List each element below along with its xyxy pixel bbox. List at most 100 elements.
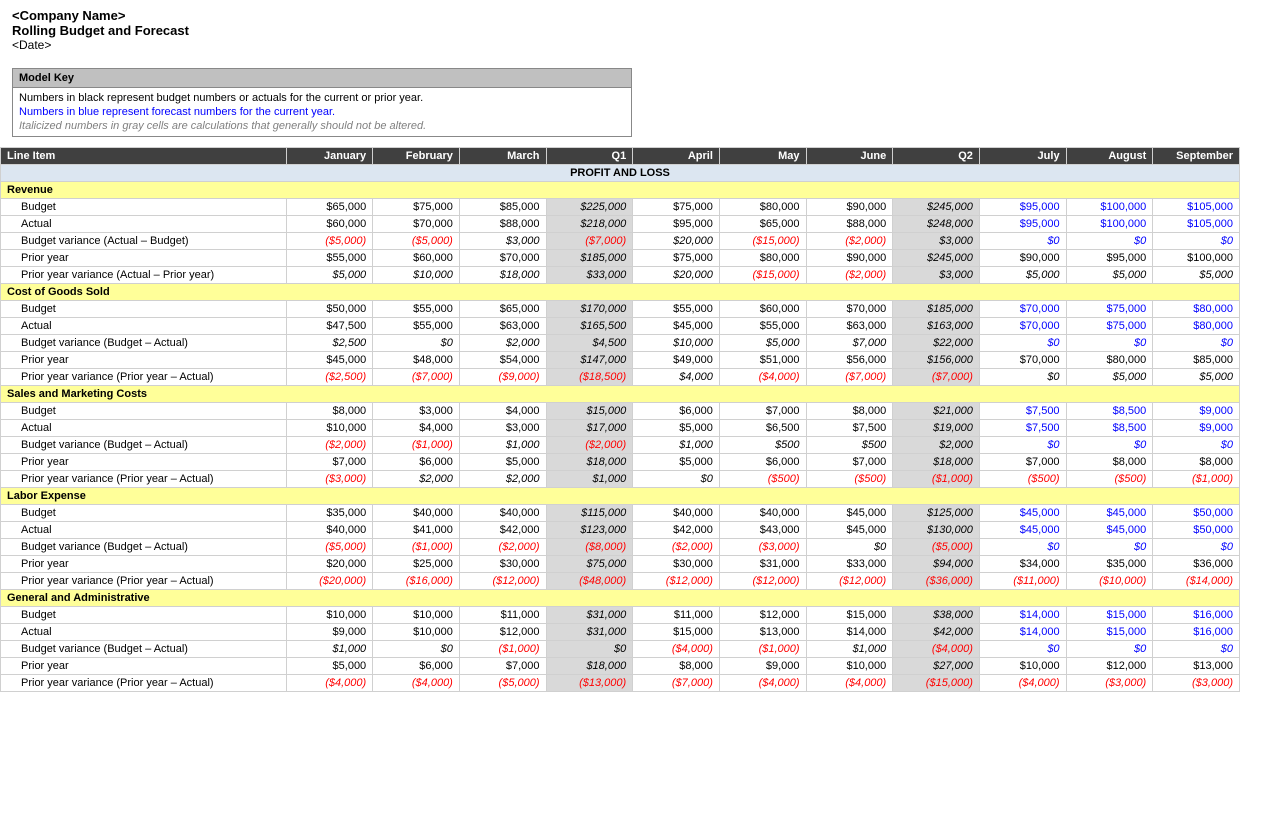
model-key: Model Key Numbers in black represent bud… (12, 68, 632, 137)
table-row: Prior year variance (Actual – Prior year… (1, 267, 1240, 284)
table-row: Budget$35,000$40,000$40,000$115,000$40,0… (1, 505, 1240, 522)
data-cell: $45,000 (806, 522, 893, 539)
data-cell: $100,000 (1066, 199, 1153, 216)
data-cell: ($7,000) (806, 369, 893, 386)
data-cell: ($5,000) (373, 233, 460, 250)
col-header-may: May (719, 148, 806, 165)
data-cell: $500 (806, 437, 893, 454)
data-cell: $43,000 (719, 522, 806, 539)
data-cell: $1,000 (286, 641, 373, 658)
data-cell: $95,000 (1066, 250, 1153, 267)
data-cell: $3,000 (893, 233, 980, 250)
data-cell: $0 (1153, 539, 1240, 556)
data-cell: $36,000 (1153, 556, 1240, 573)
data-cell: $5,000 (1153, 267, 1240, 284)
data-cell: $40,000 (719, 505, 806, 522)
data-cell: $0 (979, 539, 1066, 556)
data-cell: $70,000 (979, 352, 1066, 369)
data-cell: $0 (806, 539, 893, 556)
data-cell: $45,000 (806, 505, 893, 522)
pl-header: PROFIT AND LOSS (1, 165, 1240, 182)
data-cell: ($500) (1066, 471, 1153, 488)
data-cell: $1,000 (546, 471, 633, 488)
row-label: Prior year (1, 658, 287, 675)
data-cell: $3,000 (893, 267, 980, 284)
data-cell: $6,000 (719, 454, 806, 471)
data-cell: $70,000 (806, 301, 893, 318)
data-cell: $31,000 (546, 607, 633, 624)
data-cell: $7,000 (806, 454, 893, 471)
data-cell: $0 (1066, 233, 1153, 250)
data-cell: $0 (979, 335, 1066, 352)
data-cell: $50,000 (1153, 522, 1240, 539)
data-cell: $75,000 (633, 199, 720, 216)
data-cell: ($5,000) (459, 675, 546, 692)
data-cell: ($7,000) (633, 675, 720, 692)
data-cell: $10,000 (633, 335, 720, 352)
data-cell: $90,000 (806, 199, 893, 216)
data-cell: $35,000 (286, 505, 373, 522)
data-cell: $48,000 (373, 352, 460, 369)
data-cell: $8,000 (286, 403, 373, 420)
data-cell: $7,500 (806, 420, 893, 437)
data-cell: $20,000 (633, 267, 720, 284)
data-cell: $7,000 (459, 658, 546, 675)
col-header-mar: March (459, 148, 546, 165)
table-row: Budget$65,000$75,000$85,000$225,000$75,0… (1, 199, 1240, 216)
table-row: Budget variance (Budget – Actual)($2,000… (1, 437, 1240, 454)
data-cell: $42,000 (459, 522, 546, 539)
data-cell: $5,000 (719, 335, 806, 352)
table-row: Budget$50,000$55,000$65,000$170,000$55,0… (1, 301, 1240, 318)
data-cell: $156,000 (893, 352, 980, 369)
col-header-jan: January (286, 148, 373, 165)
row-label: Budget variance (Actual – Budget) (1, 233, 287, 250)
table-row: Prior year variance (Prior year – Actual… (1, 471, 1240, 488)
data-cell: $4,000 (373, 420, 460, 437)
data-cell: $15,000 (1066, 624, 1153, 641)
data-cell: $6,000 (373, 658, 460, 675)
table-row: Prior year$55,000$60,000$70,000$185,000$… (1, 250, 1240, 267)
data-cell: $30,000 (459, 556, 546, 573)
data-cell: ($1,000) (459, 641, 546, 658)
data-cell: $15,000 (1066, 607, 1153, 624)
table-row: Actual$60,000$70,000$88,000$218,000$95,0… (1, 216, 1240, 233)
data-cell: ($15,000) (719, 267, 806, 284)
data-cell: ($1,000) (373, 539, 460, 556)
data-cell: $51,000 (719, 352, 806, 369)
col-header-feb: February (373, 148, 460, 165)
data-cell: ($4,000) (373, 675, 460, 692)
data-cell: $500 (719, 437, 806, 454)
data-cell: ($36,000) (893, 573, 980, 590)
data-cell: $5,000 (1066, 369, 1153, 386)
data-cell: $7,500 (979, 420, 1066, 437)
data-cell: $40,000 (286, 522, 373, 539)
data-cell: $5,000 (286, 658, 373, 675)
data-cell: $31,000 (719, 556, 806, 573)
table-row: Budget variance (Actual – Budget) ($5,000… (1, 233, 1240, 250)
row-label: Budget (1, 199, 287, 216)
data-cell: $0 (1066, 437, 1153, 454)
data-cell: $2,500 (286, 335, 373, 352)
data-cell: $9,000 (1153, 420, 1240, 437)
data-cell: ($2,000) (286, 437, 373, 454)
data-cell: $0 (1153, 233, 1240, 250)
data-cell: $3,000 (459, 233, 546, 250)
data-cell: ($7,000) (373, 369, 460, 386)
data-cell: $0 (1153, 641, 1240, 658)
table-row: Actual$10,000$4,000$3,000$17,000$5,000$6… (1, 420, 1240, 437)
data-cell: $34,000 (979, 556, 1066, 573)
data-cell: $4,000 (459, 403, 546, 420)
row-label: Prior year variance (Prior year – Actual… (1, 369, 287, 386)
data-cell: $54,000 (459, 352, 546, 369)
table-row: Budget variance (Budget – Actual)$2,500$… (1, 335, 1240, 352)
data-cell: $6,500 (719, 420, 806, 437)
data-cell: $70,000 (373, 216, 460, 233)
data-cell: $10,000 (286, 607, 373, 624)
data-cell: $80,000 (719, 199, 806, 216)
data-cell: ($12,000) (719, 573, 806, 590)
data-cell: $63,000 (459, 318, 546, 335)
data-cell: ($2,500) (286, 369, 373, 386)
data-cell: $170,000 (546, 301, 633, 318)
table-row: Budget$10,000$10,000$11,000$31,000$11,00… (1, 607, 1240, 624)
data-cell: $185,000 (546, 250, 633, 267)
